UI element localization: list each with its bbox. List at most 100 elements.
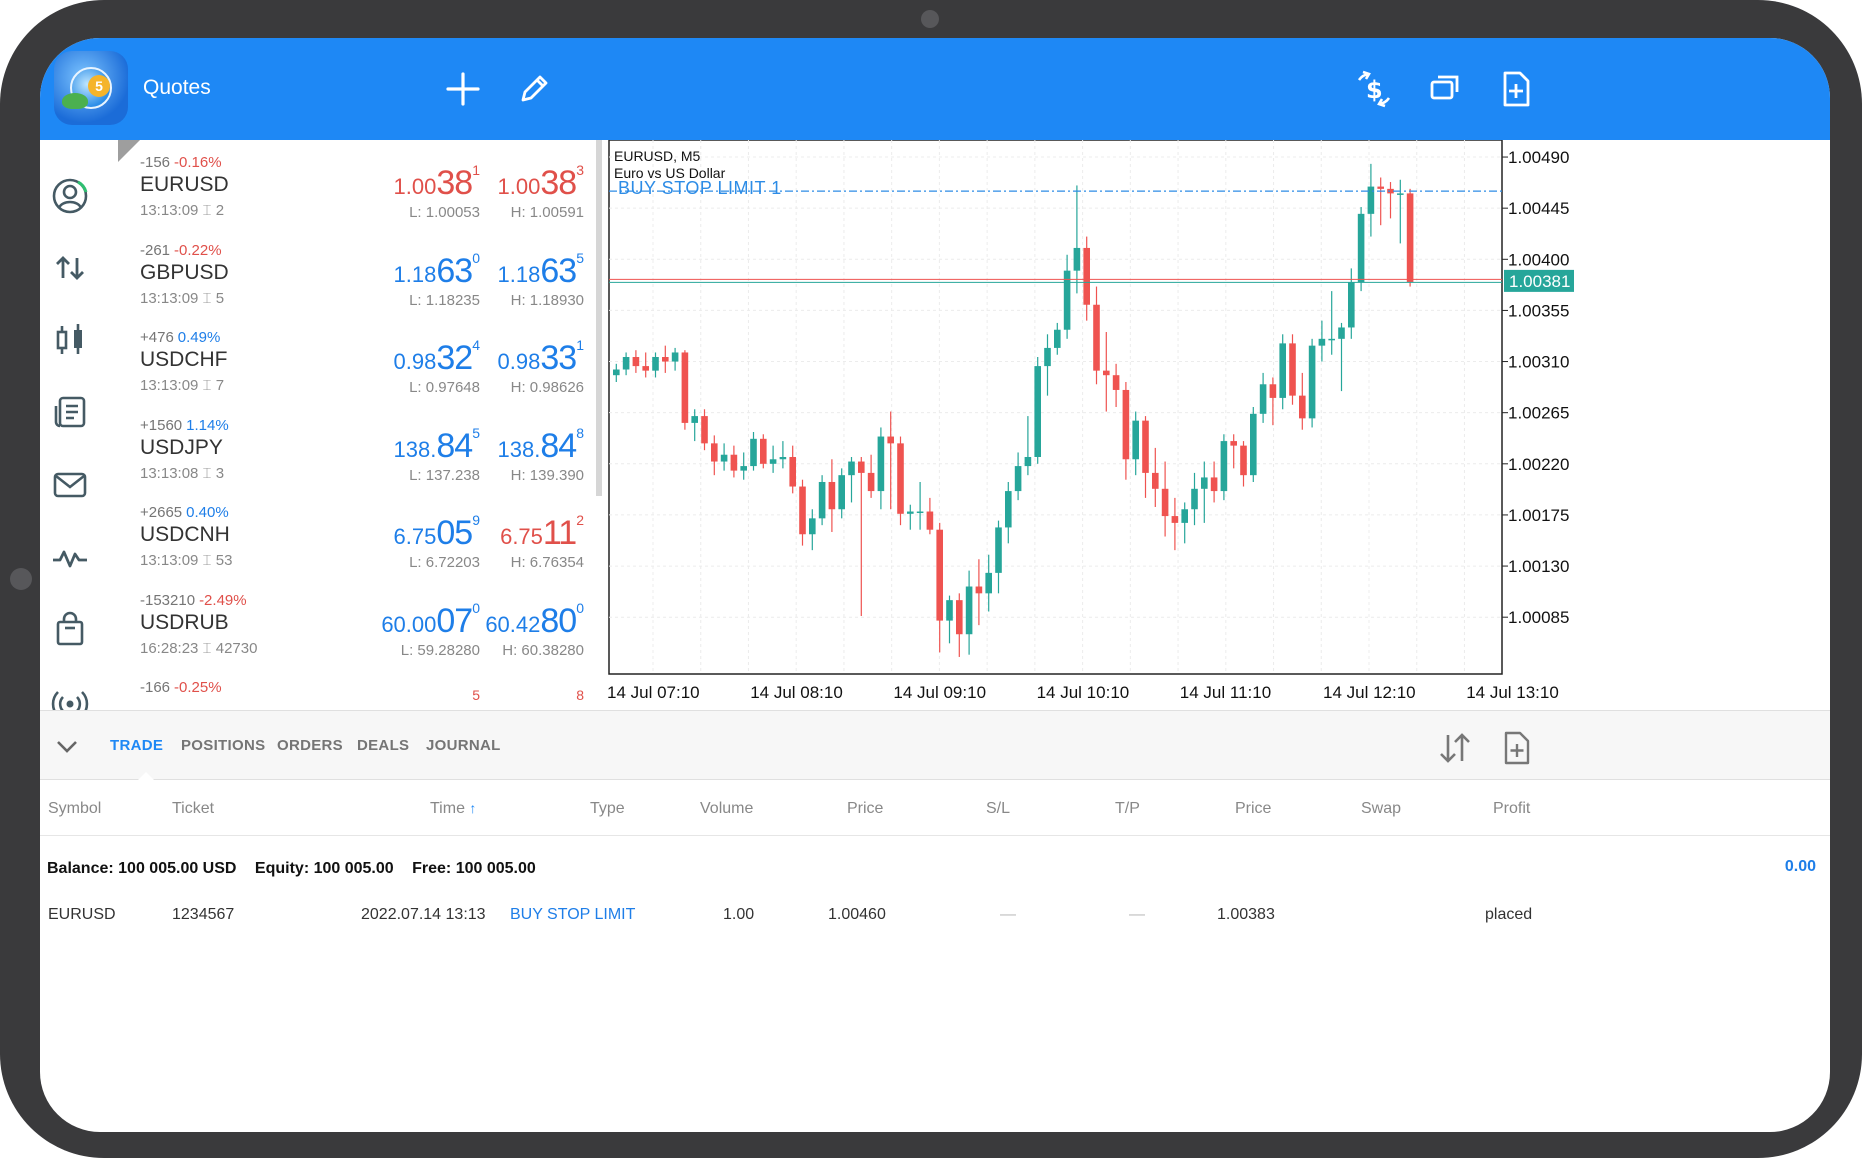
new-document-icon[interactable] [1495, 68, 1537, 110]
mail-icon[interactable] [50, 465, 90, 505]
sort-icon[interactable] [1436, 729, 1474, 767]
quote-ask-price[interactable]: 1.00383 [498, 162, 584, 203]
quote-change-points: -153210 [140, 591, 196, 609]
col-profit[interactable]: Profit [1493, 800, 1530, 818]
candle-body [897, 443, 904, 514]
candle-body [691, 416, 698, 423]
quote-bid-price[interactable]: 138.845 [394, 425, 480, 466]
quote-meta: 13:13:09 ⌶ 5 [140, 290, 224, 307]
currency-exchange-icon[interactable]: $ [1353, 68, 1395, 110]
quote-spread: 5 [215, 289, 225, 307]
candle-body [1044, 347, 1051, 367]
quote-symbol: EURUSD [140, 173, 229, 196]
quote-ask-sup: 8 [576, 687, 584, 703]
quote-ask-price[interactable]: 1.18635 [498, 250, 584, 291]
col-tp[interactable]: T/P [1115, 800, 1140, 818]
chevron-down-icon[interactable] [50, 729, 84, 763]
quote-ask-big: 84 [540, 426, 577, 465]
quote-change-percent: -0.25% [174, 679, 222, 696]
balance-label: Balance: [47, 860, 114, 877]
tab-orders[interactable]: ORDERS [277, 737, 343, 754]
quote-ask-price[interactable]: 8 [576, 687, 584, 710]
quote-high: H: 6.76354 [510, 554, 584, 571]
metatrader-logo-icon[interactable]: 5 [54, 51, 128, 125]
toolbox-tab-bar: TRADE POSITIONS ORDERS DEALS JOURNAL [40, 710, 1830, 781]
new-order-icon[interactable] [1498, 729, 1536, 767]
quote-time: 13:13:09 [140, 377, 199, 394]
candle-body [1181, 509, 1188, 523]
col-ticket[interactable]: Ticket [172, 800, 214, 818]
list-item[interactable]: -166 -0.25% 5 8 [118, 665, 596, 710]
candle-body [769, 459, 777, 464]
candle-body [750, 438, 757, 467]
quote-ask-price[interactable]: 138.848 [498, 425, 584, 466]
quote-bid-price[interactable]: 1.00381 [394, 162, 480, 203]
price-chart[interactable]: 14 Jul 07:10 14 Jul 08:10 14 Jul 09:10 14 J… [602, 140, 1830, 710]
quote-bid-price[interactable]: 60.00070 [381, 599, 480, 641]
col-time[interactable]: Time ↑ [430, 800, 476, 818]
candle-body [1152, 472, 1159, 489]
quote-ask-price[interactable]: 0.98331 [497, 337, 584, 378]
quote-time: 13:13:09 [140, 202, 199, 219]
quote-change-points: -156 [140, 154, 171, 171]
col-swap[interactable]: Swap [1361, 800, 1401, 818]
tab-positions[interactable]: POSITIONS [181, 737, 265, 754]
quote-bid-pre: 60.00 [381, 611, 437, 637]
quote-change-points: +476 [140, 329, 174, 346]
col-volume[interactable]: Volume [700, 800, 753, 818]
quote-ask-big: 63 [540, 251, 577, 290]
candle-body [1083, 247, 1090, 305]
edit-icon[interactable] [513, 68, 555, 110]
equity-label: Equity: [254, 860, 310, 877]
order-volume: 1.00 [723, 906, 755, 923]
signals-icon[interactable] [50, 538, 90, 578]
chart-info: EURUSD, M5 Euro vs US Dollar [614, 148, 725, 182]
quote-spread: 53 [215, 552, 233, 569]
quote-change: -153210 -2.49% [140, 592, 247, 609]
candle-body [1230, 441, 1237, 446]
news-icon[interactable] [50, 392, 90, 432]
x-tick-label: 14 Jul 08:10 [750, 683, 843, 702]
col-sl[interactable]: S/L [986, 800, 1010, 818]
tab-journal[interactable]: JOURNAL [426, 737, 501, 754]
candle-body [1406, 193, 1414, 283]
quote-ask-price[interactable]: 60.42800 [485, 600, 584, 641]
quote-bid-price[interactable]: 6.75059 [394, 512, 480, 553]
candle-body [1054, 329, 1061, 348]
col-symbol[interactable]: Symbol [48, 800, 101, 818]
col-current-price[interactable]: Price [1235, 800, 1271, 818]
quote-change: -166 -0.25% [140, 679, 222, 696]
account-icon[interactable] [50, 176, 90, 216]
order-symbol: EURUSD [48, 906, 116, 923]
window-stack-icon[interactable] [1424, 68, 1466, 110]
candle-body [681, 352, 689, 423]
navigation-rail [40, 140, 118, 717]
candlestick-chart[interactable]: 14 Jul 07:10 14 Jul 08:10 14 Jul 09:10 14 J… [602, 140, 1830, 710]
tab-trade[interactable]: TRADE [110, 737, 163, 754]
add-icon[interactable] [442, 68, 484, 110]
col-price[interactable]: Price [847, 800, 883, 818]
quote-ask-price[interactable]: 6.75112 [500, 512, 584, 553]
table-row[interactable]: EURUSD 1234567 2022.07.14 13:13 BUY STOP… [40, 898, 1830, 948]
candles-icon[interactable] [50, 320, 90, 360]
candle-body [809, 518, 816, 535]
quote-bid-price[interactable]: 0.98324 [394, 337, 480, 378]
market-bag-icon[interactable] [50, 610, 90, 650]
quote-bid-sup: 0 [472, 599, 480, 616]
y-tick-label: 1.00355 [1508, 301, 1569, 320]
quote-ask-pre: 0.98 [497, 349, 541, 374]
tab-deals[interactable]: DEALS [357, 737, 409, 754]
trade-arrows-icon[interactable] [50, 248, 90, 288]
current-price-label: 1.00381 [1509, 272, 1570, 291]
spread-icon: ⌶ [198, 639, 216, 657]
candle-body [1318, 338, 1326, 346]
candle-body [936, 529, 943, 621]
order-profit: placed [1485, 906, 1533, 923]
quote-bid-price[interactable]: 5 [472, 687, 480, 710]
quote-meta: 13:13:09 ⌶ 7 [140, 377, 224, 394]
candle-body [760, 438, 767, 464]
quote-high: H: 1.00591 [510, 204, 584, 221]
quote-bid-price[interactable]: 1.18630 [394, 250, 480, 291]
order-time: 2022.07.14 13:13 [361, 906, 486, 923]
col-type[interactable]: Type [590, 800, 625, 818]
